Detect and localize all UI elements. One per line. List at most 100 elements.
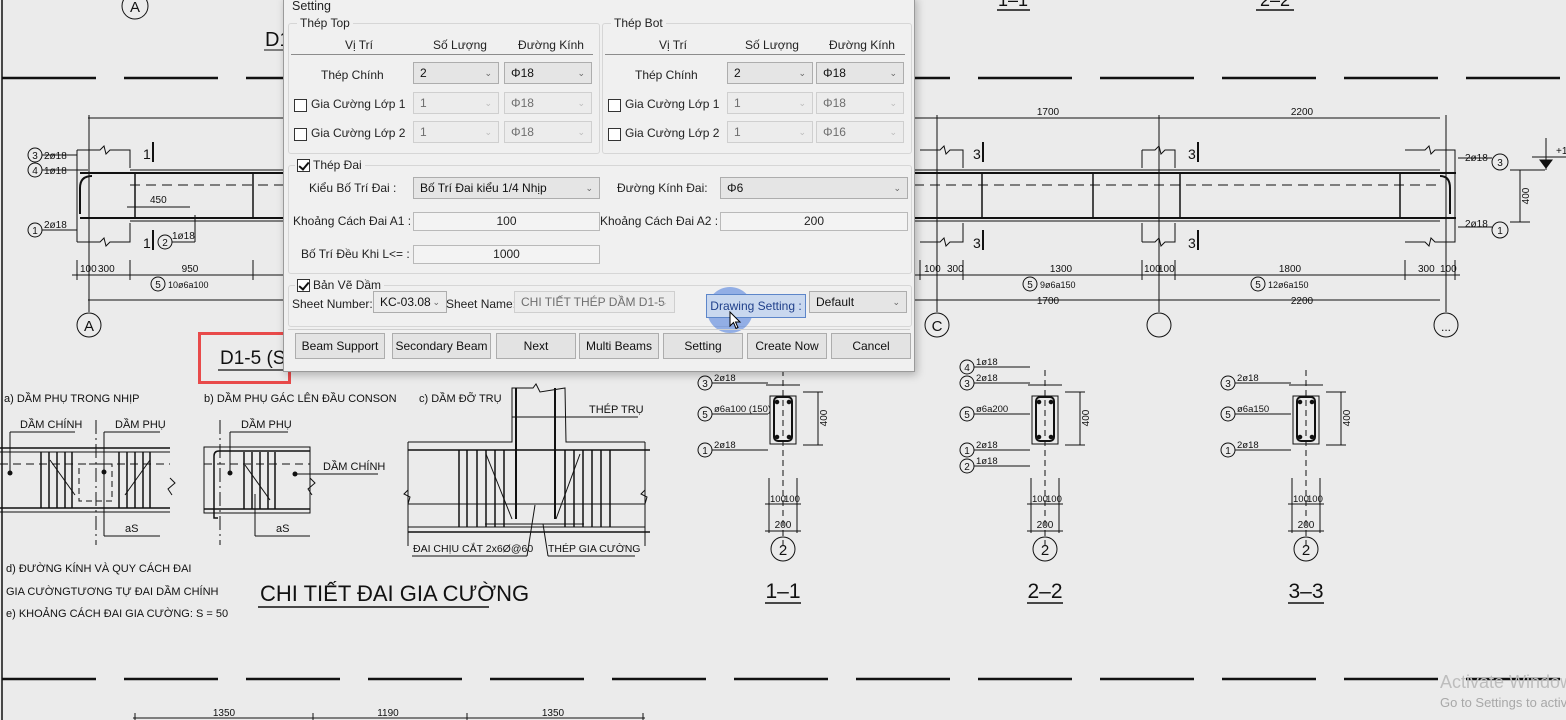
svg-text:1: 1 [1497,226,1503,237]
section-cut-mark: 1 [143,146,151,162]
row-label: Thép Chính [321,68,384,82]
top-layer1-checkbox[interactable] [294,99,307,112]
dim-text: 1350 [213,708,236,719]
activation-watermark-title: Activate Windows [1440,672,1566,692]
cancel-button[interactable]: Cancel [831,333,911,359]
chevron-down-icon: ⌄ [577,98,585,108]
select-value: Default [816,295,855,309]
drawing-setting-select[interactable]: Default ⌄ [809,291,907,313]
stirrup-diameter-select[interactable]: Φ6 ⌄ [720,177,908,199]
tag-text: 2ø18 [1465,153,1488,164]
tag-text: 2ø18 [976,440,998,451]
section-title-top-1: 1–1 [998,0,1028,10]
axis-label: 2 [1302,542,1310,559]
tag-text: 1ø18 [976,456,998,467]
tag-text: 2ø18 [976,373,998,384]
top-layer2-diameter-select[interactable]: Φ18 ⌄ [504,121,592,143]
width-dim-text: 200 [1298,520,1315,531]
thep-dai-checkbox[interactable] [297,159,310,172]
bot-layer1-quantity-select[interactable]: 1 ⌄ [727,92,813,114]
top-main-quantity-select[interactable]: 2 ⌄ [413,62,499,84]
rebar-dot [1048,434,1054,440]
select-value: Φ16 [823,125,846,139]
top-layer2-quantity-select[interactable]: 1 ⌄ [413,121,499,143]
tag-number: 5 [702,410,708,421]
detail-b-main-label: DẦM CHÍNH [323,460,385,473]
multi-beams-button[interactable]: Multi Beams [579,333,659,359]
tag-number: 5 [964,410,970,421]
next-button[interactable]: Next [496,333,576,359]
chevron-down-icon: ⌄ [432,297,440,307]
ban-ve-dam-checkbox[interactable] [297,279,310,292]
svg-text:4: 4 [32,166,38,177]
dim-text: 950 [182,264,199,275]
dim-text: 100 [924,264,941,275]
dim-text: 100 [80,264,97,275]
top-layer1-diameter-select[interactable]: Φ18 ⌄ [504,92,592,114]
cross-section-2: 41ø1832ø185ø6a20012ø1821ø184001001002002… [959,357,1092,604]
drawing-setting-button[interactable]: Drawing Setting : [706,294,806,318]
bot-layer2-checkbox[interactable] [608,128,621,141]
tag-number: 1 [702,446,708,457]
chevron-down-icon: ⌄ [660,297,668,307]
section-title-top-2: 2–2 [1260,0,1290,10]
top-layer2-checkbox[interactable] [294,128,307,141]
tag-text: 1ø18 [44,166,67,177]
section-title: 3–3 [1288,580,1323,603]
detail-a-drawing [0,420,176,545]
stirrup-layout-select[interactable]: Bố Trí Đai kiểu 1/4 Nhịp ⌄ [413,177,600,199]
detail-a-main-label: DẦM CHÍNH [20,418,82,431]
bot-main-diameter-select[interactable]: Φ18 ⌄ [816,62,904,84]
bot-layer2-quantity-select[interactable]: 1 ⌄ [727,121,813,143]
spacing-a2-input[interactable]: 200 [720,212,908,231]
column-header: Vị Trí [658,38,687,52]
svg-text:3: 3 [1497,158,1503,169]
bot-layer1-diameter-select[interactable]: Φ18 ⌄ [816,92,904,114]
top-layer1-quantity-select[interactable]: 1 ⌄ [413,92,499,114]
dim-text: 1350 [542,708,565,719]
tag-text: ø6a100 (150) [714,404,771,415]
select-value: Φ18 [823,96,846,110]
bot-layer1-checkbox[interactable] [608,99,621,112]
rebar-dot [1309,434,1315,440]
top-main-diameter-select[interactable]: Φ18 ⌄ [504,62,592,84]
field-label: Sheet Number: [292,297,373,311]
detail-c-stirrup-label: ĐAI CHỊU CẮT 2x6Ø@60 [413,542,533,555]
setting-button[interactable]: Setting [663,333,743,359]
height-dim-text: 400 [1342,409,1353,426]
beam-support-button[interactable]: Beam Support [295,333,385,359]
svg-text:2: 2 [162,238,168,249]
sheet-number-select[interactable]: KC-03.08 ⌄ [373,291,447,313]
rebar-dot [101,469,107,475]
detail-c-title: c) DẦM ĐỠ TRỤ [419,392,502,405]
rebar-dot [1297,434,1303,440]
section-cut-mark: 3 [973,235,981,251]
divider [291,54,593,55]
rebar-dot [292,471,298,477]
detail-b-title: b) DẦM PHỤ GÁC LÊN ĐẦU CONSON [204,392,397,405]
sheet-name-select[interactable]: CHI TIẾT THÉP DẦM D1-5 ⌄ [514,291,675,313]
width-dim-text: 100 [784,494,800,505]
tag-text: ø6a150 [1237,404,1269,415]
tag-text: ø6a200 [976,404,1008,415]
field-label: Bố Trí Đều Khi L<= : [301,247,410,261]
rebar-dot [786,399,792,405]
dim-text: 1190 [377,708,399,719]
axis-label: ... [1441,320,1451,334]
row-label: Thép Chính [635,68,698,82]
rebar-dot [1309,399,1315,405]
select-value: CHI TIẾT THÉP DẦM D1-5 [521,295,665,309]
svg-text:5: 5 [1255,280,1261,291]
tag-text: 2ø18 [44,151,67,162]
bot-main-quantity-select[interactable]: 2 ⌄ [727,62,813,84]
create-now-button[interactable]: Create Now [747,333,827,359]
section-title: 1–1 [765,580,800,603]
height-dim-text: 400 [1081,409,1092,426]
note-d-line1: d) ĐƯỜNG KÍNH VÀ QUY CÁCH ĐAI [6,562,192,575]
spacing-a1-input[interactable]: 100 [413,212,600,231]
tag-text: 2ø18 [1237,440,1259,451]
secondary-beam-button[interactable]: Secondary Beam [392,333,491,359]
select-value: Φ18 [511,66,534,80]
bot-layer2-diameter-select[interactable]: Φ16 ⌄ [816,121,904,143]
uniform-layout-threshold-input[interactable]: 1000 [413,245,600,264]
